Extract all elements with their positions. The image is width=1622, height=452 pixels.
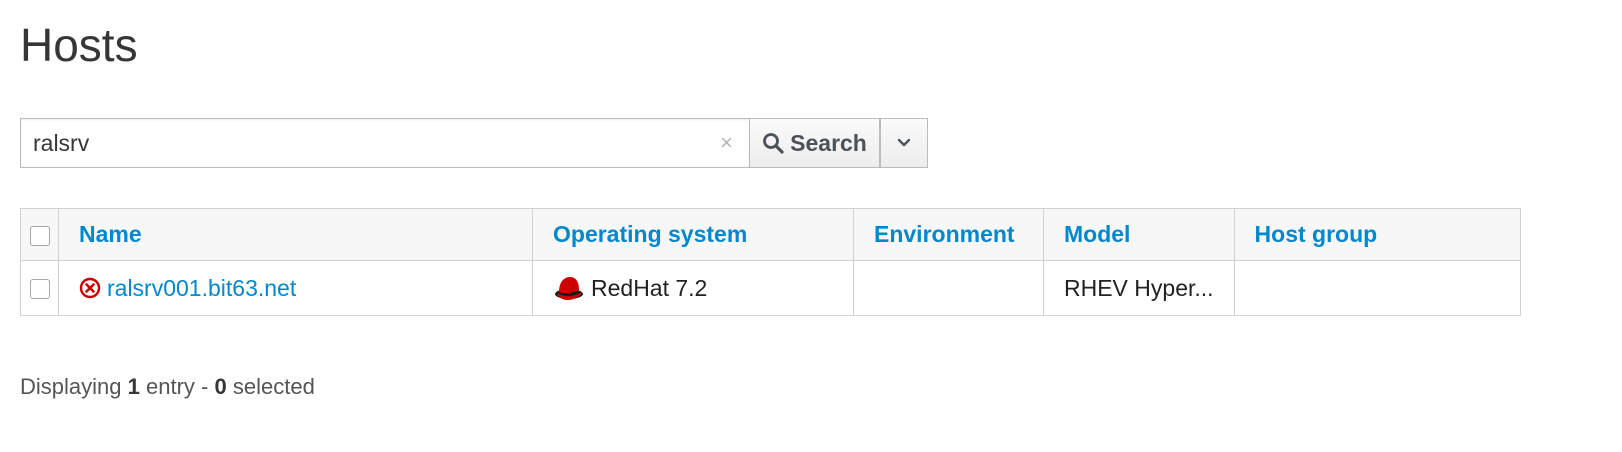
search-options-dropdown[interactable]: [880, 118, 928, 168]
hosts-page: Hosts × Search Name Operatin: [0, 0, 1622, 452]
row-checkbox[interactable]: [29, 279, 50, 300]
host-name-cell: ralsrv001.bit63.net: [58, 260, 533, 316]
page-title: Hosts: [20, 19, 138, 71]
row-select-cell: [20, 260, 59, 316]
environment-cell: [853, 260, 1044, 316]
search-input[interactable]: [21, 119, 713, 167]
search-button-label: Search: [790, 129, 867, 156]
redhat-icon: [555, 277, 583, 300]
hosts-table: Name Operating system Environment Model …: [20, 208, 1521, 316]
clear-search-icon[interactable]: ×: [720, 131, 733, 155]
model-name: RHEV Hyper...: [1064, 274, 1214, 301]
selected-count: 0: [214, 374, 227, 399]
column-header-host-group[interactable]: Host group: [1233, 208, 1521, 261]
entry-count: 1: [127, 374, 140, 399]
select-all-checkbox[interactable]: [29, 225, 50, 246]
table-row: ralsrv001.bit63.net RedHat 7.2 RHEV Hype…: [20, 260, 1521, 316]
chevron-down-icon: [897, 138, 911, 147]
search-field: ×: [20, 118, 750, 168]
column-header-environment[interactable]: Environment: [853, 208, 1044, 261]
host-group-cell: [1233, 260, 1521, 316]
column-header-model[interactable]: Model: [1043, 208, 1235, 261]
column-header-name[interactable]: Name: [58, 208, 533, 261]
search-bar: × Search: [20, 118, 928, 168]
os-cell: RedHat 7.2: [532, 260, 854, 316]
os-name: RedHat 7.2: [591, 274, 708, 301]
table-header-row: Name Operating system Environment Model …: [20, 208, 1521, 261]
search-icon: [763, 133, 784, 154]
pagination-summary: Displaying 1 entry - 0 selected: [20, 374, 315, 399]
search-button[interactable]: Search: [750, 118, 880, 168]
error-circle-icon: [79, 277, 101, 299]
host-link[interactable]: ralsrv001.bit63.net: [107, 275, 296, 302]
column-header-os[interactable]: Operating system: [532, 208, 854, 261]
select-all-cell: [20, 208, 59, 261]
model-cell: RHEV Hyper...: [1043, 260, 1235, 316]
